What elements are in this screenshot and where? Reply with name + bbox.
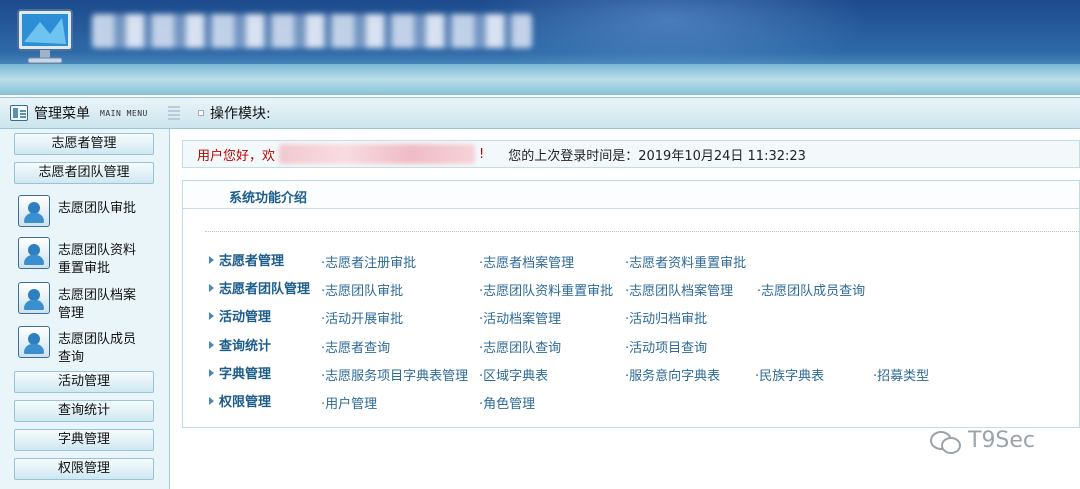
- function-row-head[interactable]: 志愿者管理: [209, 250, 284, 269]
- function-link[interactable]: ·区域字典表: [479, 365, 548, 384]
- function-link[interactable]: ·用户管理: [321, 393, 377, 412]
- nav-bar: 管理菜单 MAIN MENU 操作模块:: [0, 97, 1080, 129]
- username-blurred: [279, 144, 476, 164]
- greeting-text: 用户您好，欢: [197, 148, 276, 164]
- menu-collapse-handle[interactable]: [168, 106, 180, 120]
- function-row-head-label: 志愿者团队管理: [219, 282, 311, 297]
- function-link[interactable]: ·志愿者查询: [321, 337, 390, 356]
- square-bullet-icon: [198, 110, 204, 116]
- volunteer-user-icon: [18, 237, 50, 269]
- function-row-head-label: 活动管理: [219, 310, 272, 325]
- greeting-bar: 用户您好，欢 ! 您的上次登录时间是：2019年10月24日 11:32:23: [182, 140, 1080, 168]
- main-menu-label: 管理菜单: [34, 106, 90, 122]
- last-login-time: 您的上次登录时间是：2019年10月24日 11:32:23: [508, 148, 806, 164]
- triangle-right-icon: [209, 311, 214, 320]
- function-link[interactable]: ·招募类型: [873, 365, 929, 384]
- sidebar-subitem-label: 志愿团队档案管理: [58, 288, 137, 321]
- function-link[interactable]: ·活动档案管理: [479, 308, 561, 327]
- triangle-right-icon: [209, 340, 214, 349]
- sidebar-subitem-label: 志愿团队审批: [58, 201, 137, 216]
- sidebar-subitem-team-member-query[interactable]: 志愿团队成员查询: [18, 326, 146, 367]
- function-link[interactable]: ·志愿团队查询: [479, 337, 561, 356]
- greeting-exclamation: !: [479, 146, 485, 162]
- sidebar-subitem-team-approval[interactable]: 志愿团队审批: [18, 195, 164, 227]
- sidebar-subitem-label: 志愿团队资料重置审批: [58, 243, 137, 276]
- sidebar-subitem-label: 志愿团队成员查询: [58, 332, 137, 365]
- operation-module-text: 操作模块:: [210, 106, 271, 122]
- watermark: T9Sec: [930, 428, 1036, 454]
- function-row-head[interactable]: 字典管理: [209, 363, 271, 382]
- function-row-head[interactable]: 志愿者团队管理: [209, 278, 310, 297]
- function-link[interactable]: ·志愿者档案管理: [479, 252, 574, 271]
- triangle-right-icon: [209, 368, 214, 377]
- panel-divider: [205, 231, 1079, 232]
- volunteer-user-icon: [18, 326, 50, 358]
- panel-title: 系统功能介绍: [229, 191, 308, 206]
- function-link[interactable]: ·角色管理: [479, 393, 535, 412]
- panel-header: 系统功能介绍: [183, 181, 1079, 209]
- function-row-head-label: 查询统计: [219, 339, 272, 354]
- wechat-icon: [930, 429, 961, 454]
- sidebar-item-activity-management[interactable]: 活动管理: [14, 371, 154, 393]
- function-link[interactable]: ·服务意向字典表: [625, 365, 720, 384]
- sidebar: 志愿者管理 志愿者团队管理 志愿团队审批 志愿团队资料重置审批 志愿团队档案管理…: [0, 129, 170, 489]
- function-row-head-label: 志愿者管理: [219, 254, 285, 269]
- function-link[interactable]: ·志愿服务项目字典表管理: [321, 365, 468, 384]
- triangle-right-icon: [209, 255, 214, 264]
- function-row-head[interactable]: 权限管理: [209, 391, 271, 410]
- triangle-right-icon: [209, 396, 214, 405]
- function-link[interactable]: ·志愿团队成员查询: [757, 280, 865, 299]
- function-link[interactable]: ·志愿团队资料重置审批: [479, 280, 613, 299]
- function-link[interactable]: ·活动项目查询: [625, 337, 707, 356]
- menu-icon: [10, 105, 28, 121]
- main-menu-sublabel: MAIN MENU: [100, 108, 148, 118]
- operation-module-label: 操作模块:: [198, 98, 271, 128]
- function-link[interactable]: ·志愿者注册审批: [321, 252, 416, 271]
- function-row-head-label: 权限管理: [219, 395, 272, 410]
- sidebar-subitem-team-reset-approval[interactable]: 志愿团队资料重置审批: [18, 237, 146, 278]
- function-row-head[interactable]: 活动管理: [209, 306, 271, 325]
- function-link[interactable]: ·志愿团队档案管理: [625, 280, 733, 299]
- function-link[interactable]: ·志愿团队审批: [321, 280, 403, 299]
- function-link[interactable]: ·活动开展审批: [321, 308, 403, 327]
- function-row-head[interactable]: 查询统计: [209, 335, 271, 354]
- watermark-text: T9Sec: [968, 428, 1036, 453]
- volunteer-user-icon: [18, 195, 50, 227]
- function-row-head-label: 字典管理: [219, 367, 272, 382]
- site-title-blurred: [92, 14, 532, 48]
- triangle-right-icon: [209, 283, 214, 292]
- sidebar-item-volunteer-team-management[interactable]: 志愿者团队管理: [14, 162, 154, 184]
- sidebar-subitem-team-archive[interactable]: 志愿团队档案管理: [18, 282, 146, 323]
- function-link[interactable]: ·民族字典表: [755, 365, 824, 384]
- header-banner: [0, 0, 1080, 95]
- header-band: [0, 64, 1080, 95]
- function-link[interactable]: ·活动归档审批: [625, 308, 707, 327]
- sidebar-item-query-statistics[interactable]: 查询统计: [14, 400, 154, 422]
- function-link[interactable]: ·志愿者资料重置审批: [625, 252, 746, 271]
- volunteer-user-icon: [18, 282, 50, 314]
- sidebar-item-permission-management[interactable]: 权限管理: [14, 458, 154, 480]
- sidebar-item-volunteer-management[interactable]: 志愿者管理: [14, 133, 154, 155]
- main-menu-title: 管理菜单 MAIN MENU: [10, 98, 148, 128]
- sidebar-item-dictionary-management[interactable]: 字典管理: [14, 429, 154, 451]
- monitor-icon: [17, 9, 73, 64]
- function-intro-panel: 系统功能介绍 志愿者管理 ·志愿者注册审批 ·志愿者档案管理 ·志愿者资料重置审…: [182, 180, 1080, 428]
